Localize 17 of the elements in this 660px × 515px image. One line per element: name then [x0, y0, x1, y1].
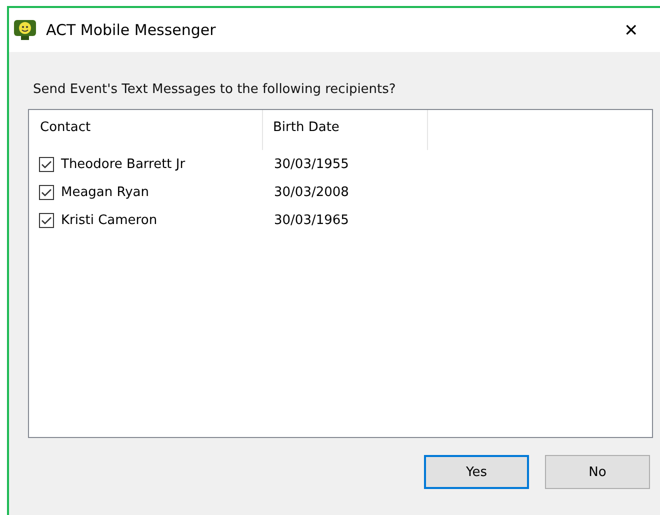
birth-date: 30/03/1955: [274, 156, 349, 172]
contact-name: Theodore Barrett Jr: [61, 156, 186, 172]
prompt-text: Send Event's Text Messages to the following recipients?: [33, 82, 397, 97]
checkbox[interactable]: [39, 184, 54, 200]
dialog-button[interactable]: Yes: [424, 455, 529, 489]
birth-date: 30/03/1965: [274, 212, 349, 228]
dialog-button[interactable]: No: [545, 455, 650, 489]
close-button[interactable]: ✕: [613, 12, 649, 48]
checkbox[interactable]: [39, 156, 54, 172]
checkbox[interactable]: [39, 212, 54, 228]
contact-name: Kristi Cameron: [61, 212, 158, 228]
smiley-monitor-icon: [13, 19, 37, 41]
column-header[interactable]: Contact: [29, 110, 263, 150]
birth-date: 30/03/2008: [274, 184, 349, 200]
contact-name: Meagan Ryan: [61, 184, 149, 200]
column-header[interactable]: Birth Date: [263, 110, 428, 150]
window-title: ACT Mobile Messenger: [46, 21, 217, 39]
